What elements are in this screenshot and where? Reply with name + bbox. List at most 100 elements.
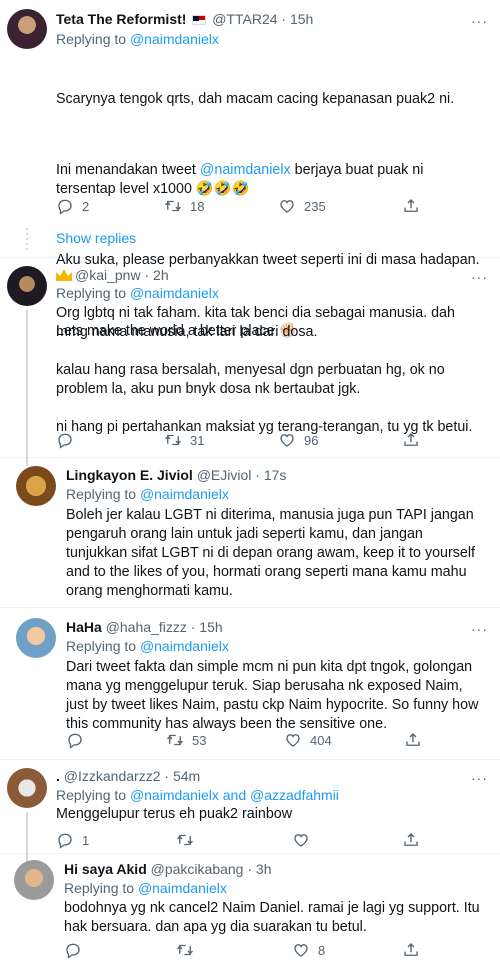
timestamp[interactable]: 2h [153, 267, 169, 283]
share-button[interactable] [402, 196, 420, 216]
tweet-text: Boleh jer kalau LGBT ni diterima, manusi… [66, 507, 480, 599]
like-button[interactable]: 404 [284, 730, 332, 750]
display-name[interactable]: HaHa [66, 619, 102, 635]
reply-count: 1 [82, 832, 90, 848]
mention-link[interactable]: @naimdanielx [200, 162, 291, 178]
avatar[interactable] [7, 768, 47, 808]
replying-to: Replying to @naimdanielx [66, 638, 229, 654]
avatar[interactable] [7, 266, 47, 306]
tweet-actions: 53 404 [66, 730, 436, 750]
tweet-header: Lingkayon E. Jiviol @EJiviol · 17s [66, 467, 287, 483]
reply-icon [66, 731, 84, 749]
reply-button[interactable]: 1 [56, 830, 89, 850]
timestamp[interactable]: 15h [199, 619, 222, 635]
avatar[interactable] [7, 9, 47, 49]
like-count: 404 [310, 732, 332, 748]
mention-link[interactable]: @naimdanielx [140, 486, 229, 502]
avatar[interactable] [14, 860, 54, 900]
mention-link[interactable]: @naimdanielx [130, 787, 219, 803]
share-icon [404, 731, 422, 749]
handle[interactable]: @EJiviol [197, 467, 252, 483]
tweet-text: Dari tweet fakta dan simple mcm ni pun k… [66, 659, 483, 732]
timestamp[interactable]: 15h [290, 11, 313, 27]
retweet-icon [176, 831, 194, 849]
more-options-icon[interactable]: ··· [471, 14, 488, 28]
replying-to: Replying to @naimdanielx and @azzadfahmi… [56, 787, 339, 803]
handle[interactable]: @TTAR24 [212, 11, 277, 27]
mention-link[interactable]: @naimdanielx [130, 31, 219, 47]
like-button[interactable] [292, 830, 318, 850]
retweet-button[interactable] [176, 940, 202, 960]
like-button[interactable]: 8 [292, 940, 325, 960]
retweet-button[interactable]: 18 [164, 196, 204, 216]
reply-button[interactable] [66, 730, 92, 750]
tweet-kai[interactable]: @kai_pnw · 2h ··· Replying to @naimdanie… [0, 258, 500, 458]
crown-icon [56, 269, 72, 281]
replying-to: Replying to @naimdanielx [56, 285, 219, 301]
tweet-header: @kai_pnw · 2h [56, 266, 169, 284]
like-icon [284, 731, 302, 749]
avatar[interactable] [16, 618, 56, 658]
show-replies-link[interactable]: Show replies [56, 230, 136, 246]
retweet-button[interactable]: 53 [166, 730, 206, 750]
tweet-header: Hi saya Akid @pakcikabang · 3h [64, 861, 272, 877]
retweet-count: 18 [190, 198, 205, 214]
display-name[interactable]: Hi saya Akid [64, 861, 147, 877]
retweet-icon [164, 431, 182, 449]
avatar[interactable] [16, 466, 56, 506]
reply-button[interactable]: 2 [56, 196, 89, 216]
handle[interactable]: @kai_pnw [75, 267, 141, 283]
handle[interactable]: @haha_fizzz [106, 619, 187, 635]
tweet-haha[interactable]: HaHa @haha_fizzz · 15h ··· Replying to @… [0, 608, 500, 760]
tweet-actions: 1 [56, 830, 436, 850]
like-count: 96 [304, 432, 319, 448]
handle[interactable]: @pakcikabang [151, 861, 244, 877]
share-button[interactable] [402, 830, 420, 850]
tweet-akid[interactable]: Hi saya Akid @pakcikabang · 3h Replying … [0, 854, 500, 960]
timestamp[interactable]: 54m [173, 768, 200, 784]
share-icon [402, 831, 420, 849]
tweet-teta[interactable]: Teta The Reformist! @TTAR24 · 15h ··· Re… [0, 0, 500, 339]
display-name[interactable]: . [56, 768, 60, 784]
retweet-button[interactable] [176, 830, 202, 850]
more-options-icon[interactable]: ··· [471, 270, 488, 284]
timestamp[interactable]: 3h [256, 861, 272, 877]
display-name[interactable]: Lingkayon E. Jiviol [66, 467, 193, 483]
tweet-text: bodohnya yg nk cancel2 Naim Daniel. rama… [64, 900, 484, 935]
reply-icon [56, 197, 74, 215]
share-button[interactable] [402, 430, 420, 450]
like-button[interactable]: 96 [278, 430, 318, 450]
tweet-text: Org lgbtq ni tak faham. kita tak benci d… [56, 305, 473, 435]
mention-link[interactable]: @azzadfahmii [250, 787, 339, 803]
retweet-button[interactable]: 31 [164, 430, 204, 450]
thread-line [26, 310, 28, 458]
like-icon [292, 831, 310, 849]
tweet-text: Menggelupur terus eh puak2 rainbow [56, 806, 293, 822]
thread-line [26, 812, 28, 854]
like-icon [278, 197, 296, 215]
thread-line [26, 458, 28, 466]
reply-button[interactable] [64, 940, 90, 960]
timestamp[interactable]: 17s [264, 467, 287, 483]
mention-link[interactable]: @naimdanielx [140, 638, 229, 654]
share-button[interactable] [402, 940, 420, 960]
more-options-icon[interactable]: ··· [471, 771, 488, 785]
replying-to: Replying to @naimdanielx [66, 486, 229, 502]
more-options-icon[interactable]: ··· [471, 622, 488, 636]
display-name[interactable]: Teta The Reformist! [56, 11, 186, 27]
reply-icon [56, 431, 74, 449]
retweet-icon [166, 731, 184, 749]
share-button[interactable] [404, 730, 422, 750]
mention-link[interactable]: @naimdanielx [138, 880, 227, 896]
tweet-izzkandar[interactable]: . @Izzkandarzz2 · 54m ··· Replying to @n… [0, 760, 500, 854]
mention-link[interactable]: @naimdanielx [130, 285, 219, 301]
thread-line [26, 228, 28, 250]
malaysia-flag-icon [192, 15, 207, 25]
tweet-header: . @Izzkandarzz2 · 54m [56, 768, 201, 784]
replying-to: Replying to @naimdanielx [56, 31, 219, 47]
reply-button[interactable] [56, 430, 82, 450]
like-button[interactable]: 235 [278, 196, 326, 216]
tweet-lingkayon[interactable]: Lingkayon E. Jiviol @EJiviol · 17s Reply… [0, 458, 500, 608]
handle[interactable]: @Izzkandarzz2 [64, 768, 161, 784]
reply-count: 2 [82, 198, 90, 214]
